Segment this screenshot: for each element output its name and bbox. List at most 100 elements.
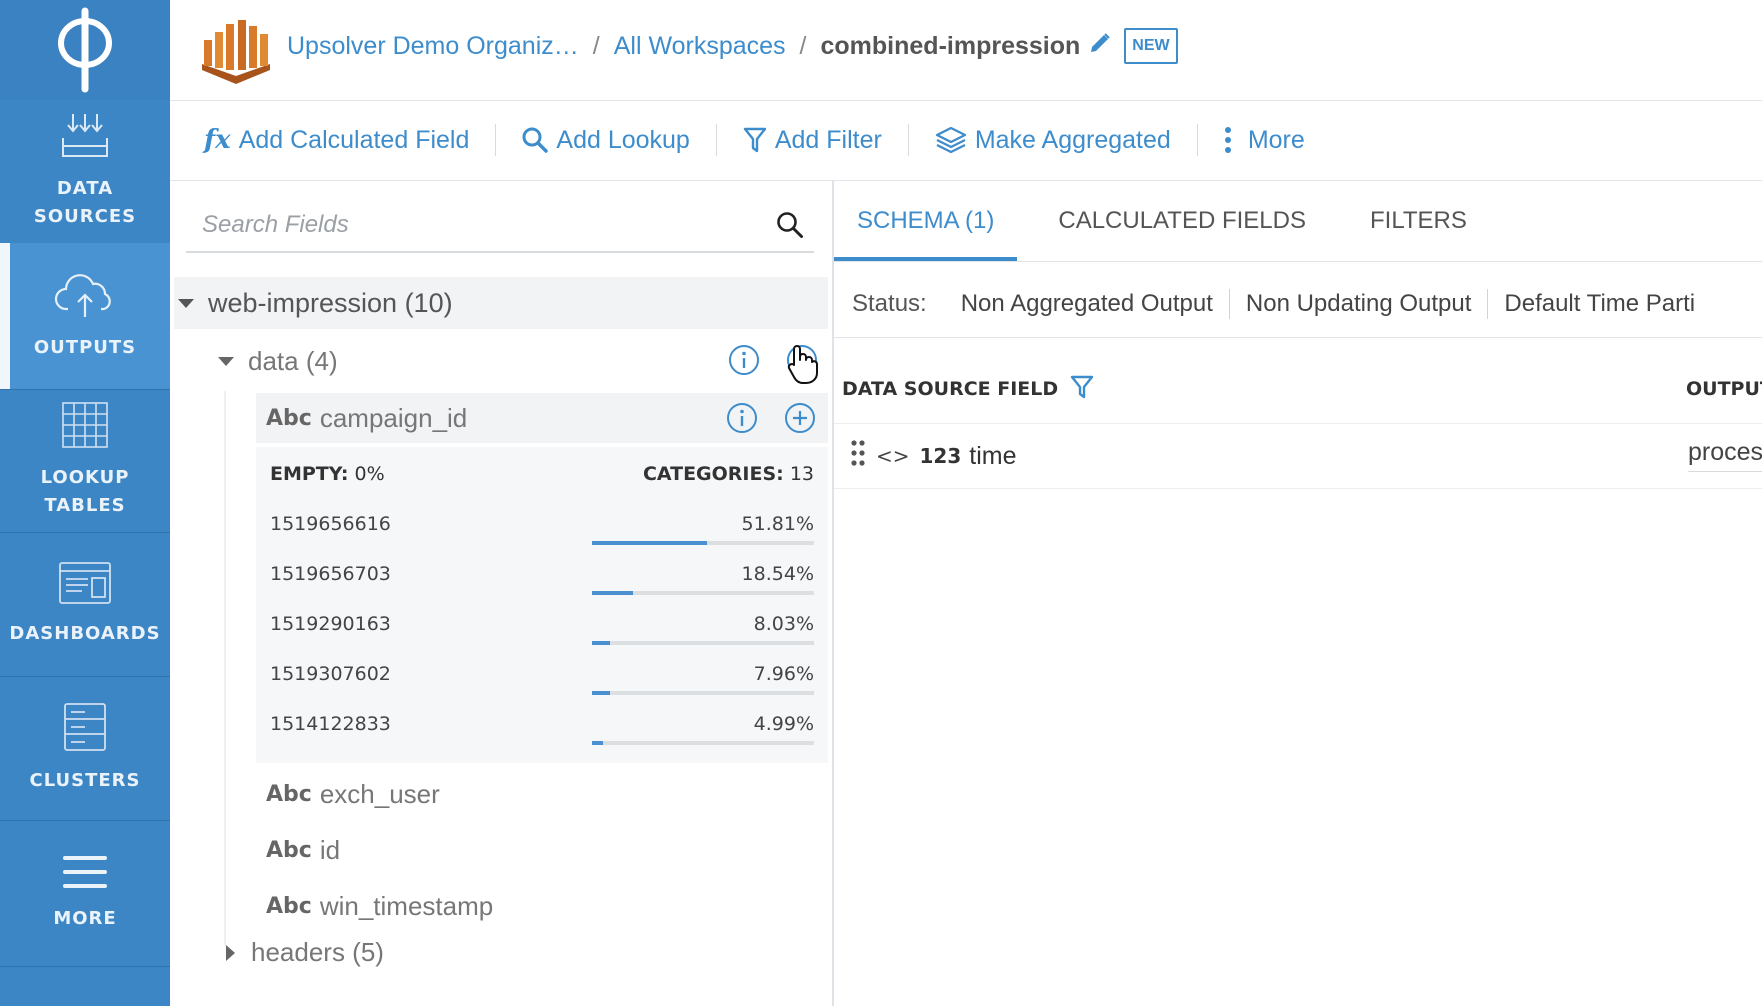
schema-column-headers: DATA SOURCE FIELD OUTPUT (842, 371, 1762, 407)
schema-panel: SCHEMA (1) CALCULATED FIELDS FILTERS Sta… (834, 181, 1762, 1006)
info-icon[interactable] (728, 344, 760, 383)
category-bar (592, 741, 814, 745)
breadcrumb-workspaces[interactable]: All Workspaces (614, 32, 786, 61)
status-aggregation[interactable]: Non Aggregated Output (945, 289, 1230, 319)
add-filter-label: Add Filter (774, 125, 882, 154)
field-win-timestamp[interactable]: Abc win_timestamp (256, 881, 828, 931)
category-value: 1519656616 (270, 513, 391, 535)
nav-label: DASHBOARDS (9, 622, 161, 644)
category-bar-fill (592, 741, 604, 745)
tab-calculated-fields[interactable]: CALCULATED FIELDS (1035, 181, 1329, 261)
category-bar (592, 591, 814, 595)
search-icon[interactable] (776, 211, 804, 244)
caret-right-icon (226, 944, 235, 961)
make-aggregated-label: Make Aggregated (974, 125, 1171, 154)
grid-table-icon (61, 401, 109, 454)
search-icon (522, 127, 549, 153)
tab-schema[interactable]: SCHEMA (1) (834, 181, 1018, 261)
field-campaign-id[interactable]: Abc campaign_id (256, 393, 828, 443)
info-icon[interactable] (726, 402, 758, 441)
filter-icon[interactable] (1070, 374, 1094, 405)
tree-guide-line (224, 391, 226, 946)
drag-handle-icon[interactable] (850, 439, 866, 474)
nav-more[interactable]: MORE (0, 820, 170, 967)
nav-label: LOOKUP TABLES (40, 467, 130, 516)
field-label: exch_user (319, 778, 440, 809)
field-label: id (319, 834, 341, 865)
schema-row-time[interactable]: <> 123 time proces (834, 423, 1762, 489)
tab-bar: SCHEMA (1) CALCULATED FIELDS FILTERS (834, 181, 1762, 262)
add-lookup-button[interactable]: Add Lookup (522, 126, 690, 155)
tree-node-data[interactable]: data (4) (214, 335, 828, 387)
pencil-icon[interactable] (1088, 31, 1112, 62)
column-data-source-field: DATA SOURCE FIELD (842, 378, 1059, 400)
search-input[interactable] (186, 210, 764, 240)
breadcrumb-separator: / (592, 31, 600, 60)
toolbar-divider (715, 124, 717, 156)
toolbar-divider (495, 124, 497, 156)
status-time-partition[interactable]: Default Time Parti (1488, 289, 1711, 319)
category-bar-fill (592, 641, 610, 645)
status-updating[interactable]: Non Updating Output (1230, 289, 1489, 319)
tree-node-label: headers (5) (251, 937, 384, 967)
nav-dashboards[interactable]: DASHBOARDS (0, 532, 170, 677)
breadcrumb-organization[interactable]: Upsolver Demo Organiz… (287, 32, 579, 61)
output-field-input[interactable]: proces (1688, 438, 1762, 472)
new-badge: NEW (1124, 28, 1178, 64)
field-id[interactable]: Abc id (256, 825, 828, 875)
tree-node-headers[interactable]: headers (5) (214, 937, 384, 968)
tab-filters[interactable]: FILTERS (1347, 181, 1490, 261)
add-calculated-field-button[interactable]: fx Add Calculated Field (204, 125, 469, 155)
status-label: Status: (852, 290, 927, 317)
tree-node-label: data (4) (248, 345, 338, 376)
category-value: 1519290163 (270, 613, 391, 635)
hand-cursor-icon (784, 344, 818, 389)
field-exch-user[interactable]: Abc exch_user (256, 769, 828, 819)
dashboard-icon (58, 561, 112, 610)
toolbar-divider (907, 124, 909, 156)
nav-outputs[interactable]: OUTPUTS (0, 243, 170, 390)
status-bar: Status: Non Aggregated Output Non Updati… (834, 271, 1762, 338)
nav-label: MORE (53, 907, 117, 929)
add-filter-button[interactable]: Add Filter (743, 126, 882, 155)
tree-node-web-impression[interactable]: web-impression (10) (174, 277, 828, 329)
category-bar-fill (592, 541, 708, 545)
nav-clusters[interactable]: CLUSTERS (0, 676, 170, 821)
breadcrumb-separator: / (799, 31, 807, 60)
category-bar (592, 691, 814, 695)
nav-data-sources[interactable]: DATA SOURCES (0, 100, 170, 244)
type-badge: Abc (266, 837, 312, 863)
category-row: 1519290163 8.03% (270, 603, 814, 659)
category-row: 1519656703 18.54% (270, 553, 814, 609)
tree-node-label: web-impression (10) (208, 287, 453, 318)
number-type-badge: 123 (919, 444, 962, 468)
field-label: win_timestamp (319, 890, 494, 921)
output-name: combined-impression (820, 31, 1081, 60)
make-aggregated-button[interactable]: Make Aggregated (935, 126, 1171, 155)
add-circle-icon[interactable] (784, 402, 816, 441)
category-value: 1519656703 (270, 563, 391, 585)
add-calculated-field-label: Add Calculated Field (238, 125, 470, 154)
nav-label: DATA SOURCES (33, 178, 137, 227)
category-bar (592, 641, 814, 645)
caret-down-icon (178, 298, 194, 308)
hamburger-icon (62, 854, 108, 895)
upsolver-logo[interactable] (0, 0, 170, 100)
more-button[interactable]: More (1224, 126, 1305, 155)
category-row: 1519307602 7.96% (270, 653, 814, 709)
column-output: OUTPUT (1686, 378, 1762, 400)
schema-field-name: time (969, 441, 1017, 470)
server-icon (63, 702, 107, 757)
type-badge: Abc (266, 405, 312, 431)
fx-icon: fx (204, 125, 231, 155)
header: Upsolver Demo Organiz… / All Workspaces … (170, 0, 1762, 101)
type-badge: Abc (266, 781, 312, 807)
nav-label: OUTPUTS (33, 336, 137, 358)
toolbar-divider (1196, 124, 1198, 156)
nav-lookup-tables[interactable]: LOOKUP TABLES (0, 389, 170, 533)
category-bar-fill (592, 591, 634, 595)
left-nav: DATA SOURCES OUTPUTS LOOKUP TABLES DASHB… (0, 0, 170, 1006)
category-percent: 8.03% (753, 613, 814, 635)
categories-stat: CATEGORIES: 13 (642, 463, 814, 485)
category-row: 1519656616 51.81% (270, 503, 814, 559)
